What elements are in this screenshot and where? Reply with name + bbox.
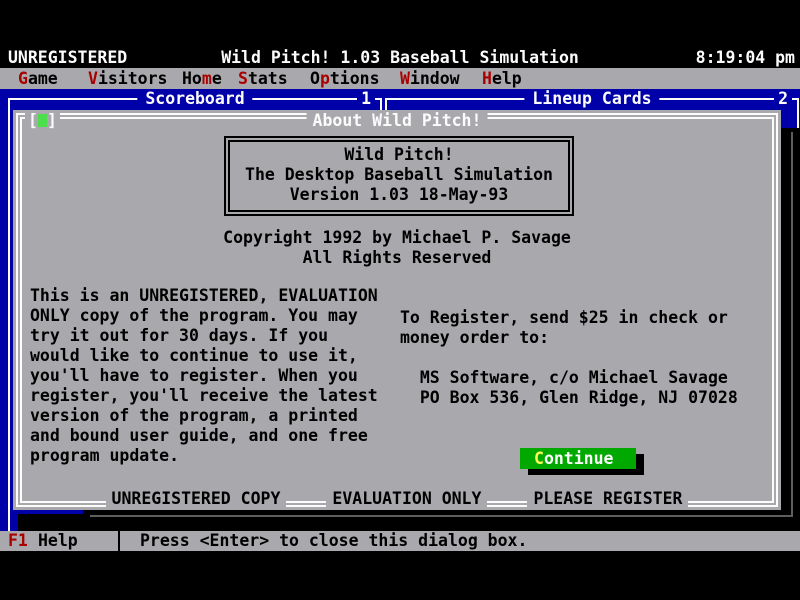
product-tagline: The Desktop Baseball Simulation [230, 165, 568, 185]
footer-evaluation: EVALUATION ONLY [326, 489, 487, 509]
menu-game[interactable]: Game [18, 68, 58, 89]
f1-help-key[interactable]: F1 [8, 531, 28, 551]
product-version: Version 1.03 18-May-93 [230, 185, 568, 205]
title-bar: UNREGISTERED Wild Pitch! 1.03 Baseball S… [0, 48, 800, 68]
status-separator [118, 531, 120, 551]
continue-button[interactable]: Continue [520, 448, 636, 469]
footer-register: PLEASE REGISTER [527, 489, 688, 509]
dialog-shadow-strip [18, 514, 83, 531]
scoreboard-window-title: Scoreboard [137, 89, 252, 109]
dialog-footer: UNREGISTERED COPY EVALUATION ONLY PLEASE… [13, 489, 781, 509]
shadowed-window-border-horizontal [90, 515, 793, 517]
close-button[interactable]: [] [25, 111, 60, 130]
scoreboard-window-number: 1 [357, 89, 375, 109]
shadowed-window-border-vertical [791, 132, 793, 516]
menu-home[interactable]: Home [182, 68, 222, 89]
evaluation-text: This is an UNREGISTERED, EVALUATION ONLY… [30, 286, 378, 466]
menu-window[interactable]: Window [400, 68, 460, 89]
lineup-window-title: Lineup Cards [524, 89, 659, 109]
menu-options[interactable]: Options [310, 68, 380, 89]
menu-stats[interactable]: Stats [238, 68, 288, 89]
f1-help-label[interactable]: Help [38, 531, 78, 551]
app-title: Wild Pitch! 1.03 Baseball Simulation [221, 48, 579, 68]
dialog-title: About Wild Pitch! [307, 111, 488, 130]
menu-visitors[interactable]: Visitors [88, 68, 167, 89]
dos-screen: UNREGISTERED Wild Pitch! 1.03 Baseball S… [0, 0, 800, 600]
about-info-box: Wild Pitch! The Desktop Baseball Simulat… [224, 136, 574, 216]
status-message: Press <Enter> to close this dialog box. [140, 531, 527, 551]
green-square-close-icon [38, 114, 47, 127]
copyright-line: Copyright 1992 by Michael P. Savage [13, 228, 781, 248]
clock: 8:19:04 pm [696, 48, 795, 68]
about-dialog: [] About Wild Pitch! Wild Pitch! The Des… [13, 110, 781, 510]
menu-help[interactable]: Help [482, 68, 522, 89]
register-address-text: To Register, send $25 in check or money … [400, 308, 738, 408]
registration-status: UNREGISTERED [8, 48, 127, 68]
product-name: Wild Pitch! [230, 145, 568, 165]
lineup-window-number: 2 [774, 89, 792, 109]
rights-line: All Rights Reserved [13, 248, 781, 268]
footer-unregistered: UNREGISTERED COPY [106, 489, 287, 509]
status-bar: F1 Help Press <Enter> to close this dial… [0, 531, 800, 551]
menu-bar: Game Visitors Home Stats Options Window … [0, 68, 800, 89]
copyright-block: Copyright 1992 by Michael P. Savage All … [13, 228, 781, 268]
